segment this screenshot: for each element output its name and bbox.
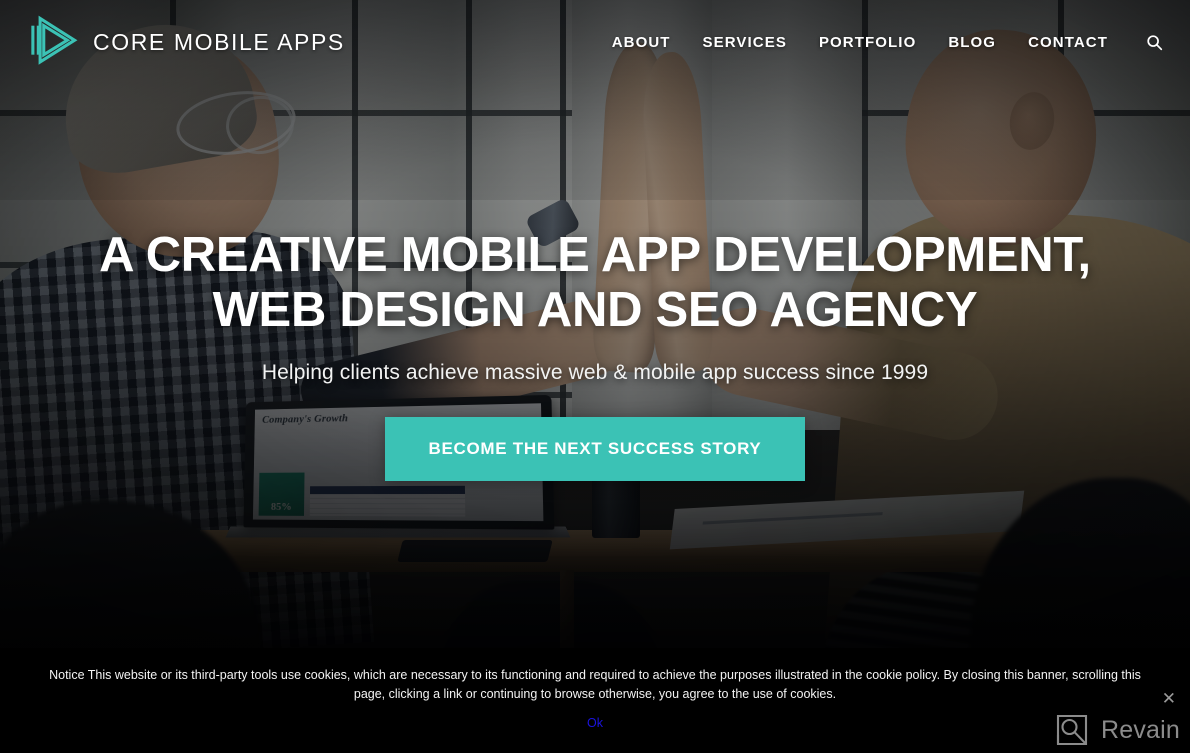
nav-item-about[interactable]: ABOUT <box>612 34 671 51</box>
page-root: Company's Growth 85% <box>0 0 1190 753</box>
nav-item-services[interactable]: SERVICES <box>703 34 787 51</box>
search-icon <box>1146 34 1162 50</box>
hero-headline-line-1: A CREATIVE MOBILE APP DEVELOPMENT, <box>99 228 1091 282</box>
site-header: CORE MOBILE APPS ABOUT SERVICES PORTFOLI… <box>0 0 1190 84</box>
cookie-consent-banner: Notice This website or its third-party t… <box>0 648 1190 753</box>
main-navigation: ABOUT SERVICES PORTFOLIO BLOG CONTACT <box>596 30 1166 54</box>
revain-watermark: Revain <box>1055 713 1180 747</box>
cookie-notice-text: Notice This website or its third-party t… <box>49 668 1141 702</box>
core-mobile-apps-logo-icon <box>31 15 78 65</box>
nav-item-blog[interactable]: BLOG <box>948 34 996 51</box>
hero-headline: A CREATIVE MOBILE APP DEVELOPMENT, WEB D… <box>0 228 1190 339</box>
hero-headline-line-2: WEB DESIGN AND SEO AGENCY <box>212 283 978 338</box>
brand-logo-link[interactable]: CORE MOBILE APPS <box>22 13 345 71</box>
search-button[interactable] <box>1142 30 1166 54</box>
nav-item-contact[interactable]: CONTACT <box>1028 34 1108 51</box>
cookie-accept-link[interactable]: Ok <box>36 716 1154 730</box>
hero-subtitle: Helping clients achieve massive web & mo… <box>261 360 929 384</box>
nav-item-portfolio[interactable]: PORTFOLIO <box>819 34 916 51</box>
hero-section: A CREATIVE MOBILE APP DEVELOPMENT, WEB D… <box>0 228 1190 481</box>
become-next-success-story-button[interactable]: BECOME THE NEXT SUCCESS STORY <box>384 416 806 481</box>
watermark-close-button[interactable]: ✕ <box>1162 690 1176 707</box>
brand-name: CORE MOBILE APPS <box>93 28 345 55</box>
revain-logo-icon <box>1056 714 1088 746</box>
revain-label: Revain <box>1100 715 1180 744</box>
